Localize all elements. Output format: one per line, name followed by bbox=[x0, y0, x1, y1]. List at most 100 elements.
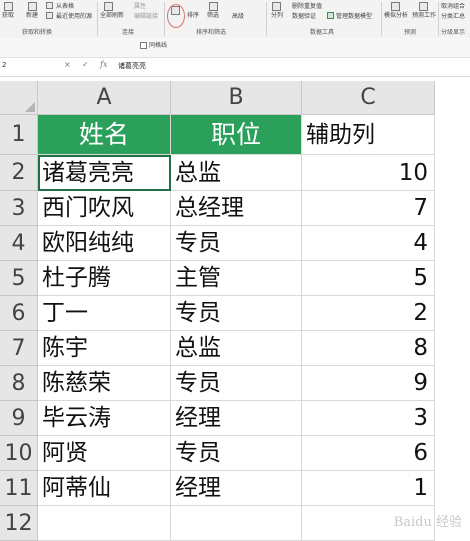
enter-icon[interactable]: ✓ bbox=[82, 60, 89, 69]
cell-c2[interactable]: 10 bbox=[302, 155, 435, 191]
ribbon-item-what-if[interactable]: 模拟分析 bbox=[384, 12, 408, 19]
get-data-icon[interactable] bbox=[4, 2, 13, 11]
cell-a3[interactable]: 西门吹风 bbox=[38, 191, 171, 226]
cell-a2[interactable]: 诸葛亮亮 bbox=[38, 155, 171, 191]
cell-b1[interactable]: 职位 bbox=[171, 115, 302, 155]
cell-a7[interactable]: 陈宇 bbox=[38, 331, 171, 366]
ribbon: 获取 新建 从表格 最近使用的源 获取和转换 全部刷新 属性 编辑链接 连接 排… bbox=[0, 0, 470, 39]
ribbon-item-ungroup[interactable]: 取消组合 bbox=[441, 3, 470, 10]
row-header-2[interactable]: 2 bbox=[0, 155, 38, 191]
row-header-5[interactable]: 5 bbox=[0, 261, 38, 296]
data-model-icon[interactable] bbox=[327, 12, 334, 19]
ribbon-item-recent-sources[interactable]: 最近使用的源 bbox=[56, 13, 92, 20]
row-header-12[interactable]: 12 bbox=[0, 506, 38, 541]
cell-c9[interactable]: 3 bbox=[302, 401, 435, 436]
watermark: Baidu 经验 bbox=[393, 515, 462, 530]
row-header-11[interactable]: 11 bbox=[0, 471, 38, 506]
function-icon[interactable]: fx bbox=[100, 60, 107, 69]
cell-a5[interactable]: 杜子腾 bbox=[38, 261, 171, 296]
cell-a6[interactable]: 丁一 bbox=[38, 296, 171, 331]
column-header-b[interactable]: B bbox=[171, 81, 302, 115]
recent-sources-icon[interactable] bbox=[46, 12, 53, 19]
cell-c6[interactable]: 2 bbox=[302, 296, 435, 331]
forecast-sheet-icon[interactable] bbox=[419, 2, 428, 11]
group-sort-filter: 排序和筛选 bbox=[196, 29, 227, 36]
column-header-c[interactable]: C bbox=[302, 81, 435, 115]
cell-b9[interactable]: 经理 bbox=[171, 401, 302, 436]
cell-a8[interactable]: 陈慈荣 bbox=[38, 366, 171, 401]
cell-a12[interactable] bbox=[38, 506, 171, 541]
highlight-circle bbox=[167, 4, 185, 28]
group-forecast: 预测 bbox=[404, 29, 417, 36]
text-to-columns-icon[interactable] bbox=[272, 2, 281, 11]
ribbon-item-get[interactable]: 获取 bbox=[2, 12, 14, 19]
ribbon-separator bbox=[97, 2, 98, 36]
cell-c8[interactable]: 9 bbox=[302, 366, 435, 401]
ribbon-item-manage-data-model[interactable]: 管理数据模型 bbox=[336, 13, 372, 20]
select-all-corner[interactable] bbox=[0, 81, 38, 115]
ribbon-item-sort[interactable]: 排序 bbox=[187, 12, 199, 19]
ribbon-item-edit-links[interactable]: 编辑链接 bbox=[134, 13, 158, 20]
name-box[interactable]: 2 bbox=[2, 61, 6, 69]
filter-icon[interactable] bbox=[209, 2, 218, 11]
ribbon-item-filter[interactable]: 筛选 bbox=[207, 12, 219, 19]
formula-input[interactable]: 诸葛亮亮 bbox=[118, 61, 146, 71]
formula-bar: 2 × ✓ fx 诸葛亮亮 bbox=[0, 57, 470, 77]
cell-a4[interactable]: 欧阳纯纯 bbox=[38, 226, 171, 261]
ribbon-item-remove-duplicates[interactable]: 删除重复值 bbox=[292, 3, 322, 10]
gridlines-checkbox-label: 同格线 bbox=[149, 42, 168, 49]
row-header-9[interactable]: 9 bbox=[0, 401, 38, 436]
group-outline: 分级显示 bbox=[441, 29, 466, 36]
cell-b6[interactable]: 专员 bbox=[171, 296, 302, 331]
ribbon-separator bbox=[266, 2, 267, 36]
cancel-icon[interactable]: × bbox=[64, 60, 71, 69]
cell-b11[interactable]: 经理 bbox=[171, 471, 302, 506]
cell-a11[interactable]: 阿蒂仙 bbox=[38, 471, 171, 506]
group-get-transform: 获取和转换 bbox=[22, 29, 53, 36]
row-header-1[interactable]: 1 bbox=[0, 115, 38, 155]
ribbon-item-text-to-columns[interactable]: 分列 bbox=[271, 12, 283, 19]
row-header-10[interactable]: 10 bbox=[0, 436, 38, 471]
row-header-4[interactable]: 4 bbox=[0, 226, 38, 261]
new-query-icon[interactable] bbox=[28, 2, 37, 11]
what-if-icon[interactable] bbox=[391, 2, 400, 11]
cell-c3[interactable]: 7 bbox=[302, 191, 435, 226]
refresh-all-icon[interactable] bbox=[104, 2, 113, 11]
row-header-7[interactable]: 7 bbox=[0, 331, 38, 366]
ribbon-item-new[interactable]: 新建 bbox=[26, 12, 38, 19]
cell-b3[interactable]: 总经理 bbox=[171, 191, 302, 226]
ribbon-separator bbox=[381, 2, 382, 36]
ribbon-item-forecast-sheet[interactable]: 预测工作表 bbox=[412, 12, 436, 19]
row-header-8[interactable]: 8 bbox=[0, 366, 38, 401]
cell-b8[interactable]: 专员 bbox=[171, 366, 302, 401]
checkbox-icon[interactable] bbox=[140, 42, 147, 49]
cell-b7[interactable]: 总监 bbox=[171, 331, 302, 366]
ribbon-item-advanced[interactable]: 高级 bbox=[232, 13, 244, 20]
cell-a10[interactable]: 阿贤 bbox=[38, 436, 171, 471]
cell-c4[interactable]: 4 bbox=[302, 226, 435, 261]
ribbon-item-from-table[interactable]: 从表格 bbox=[56, 3, 74, 10]
cell-b4[interactable]: 专员 bbox=[171, 226, 302, 261]
cell-b10[interactable]: 专员 bbox=[171, 436, 302, 471]
cell-a1[interactable]: 姓名 bbox=[38, 115, 171, 155]
ribbon-options-strip: 同格线 bbox=[0, 38, 470, 57]
cell-b5[interactable]: 主管 bbox=[171, 261, 302, 296]
cell-c1[interactable]: 辅助列 bbox=[302, 115, 435, 155]
ribbon-item-refresh-all[interactable]: 全部刷新 bbox=[100, 12, 124, 19]
cell-b2[interactable]: 总监 bbox=[171, 155, 302, 191]
from-table-icon[interactable] bbox=[46, 2, 53, 9]
ribbon-item-properties[interactable]: 属性 bbox=[134, 3, 146, 10]
cell-c5[interactable]: 5 bbox=[302, 261, 435, 296]
row-header-6[interactable]: 6 bbox=[0, 296, 38, 331]
ribbon-item-data-validation[interactable]: 数据验证 bbox=[292, 13, 316, 20]
group-data-tools: 数据工具 bbox=[310, 29, 335, 36]
cell-c7[interactable]: 8 bbox=[302, 331, 435, 366]
group-connections: 连接 bbox=[122, 29, 135, 36]
column-header-a[interactable]: A bbox=[38, 81, 171, 115]
cell-a9[interactable]: 毕云涛 bbox=[38, 401, 171, 436]
row-header-3[interactable]: 3 bbox=[0, 191, 38, 226]
cell-c10[interactable]: 6 bbox=[302, 436, 435, 471]
cell-b12[interactable] bbox=[171, 506, 302, 541]
ribbon-item-subtotal[interactable]: 分类汇总 bbox=[441, 13, 470, 20]
cell-c11[interactable]: 1 bbox=[302, 471, 435, 506]
